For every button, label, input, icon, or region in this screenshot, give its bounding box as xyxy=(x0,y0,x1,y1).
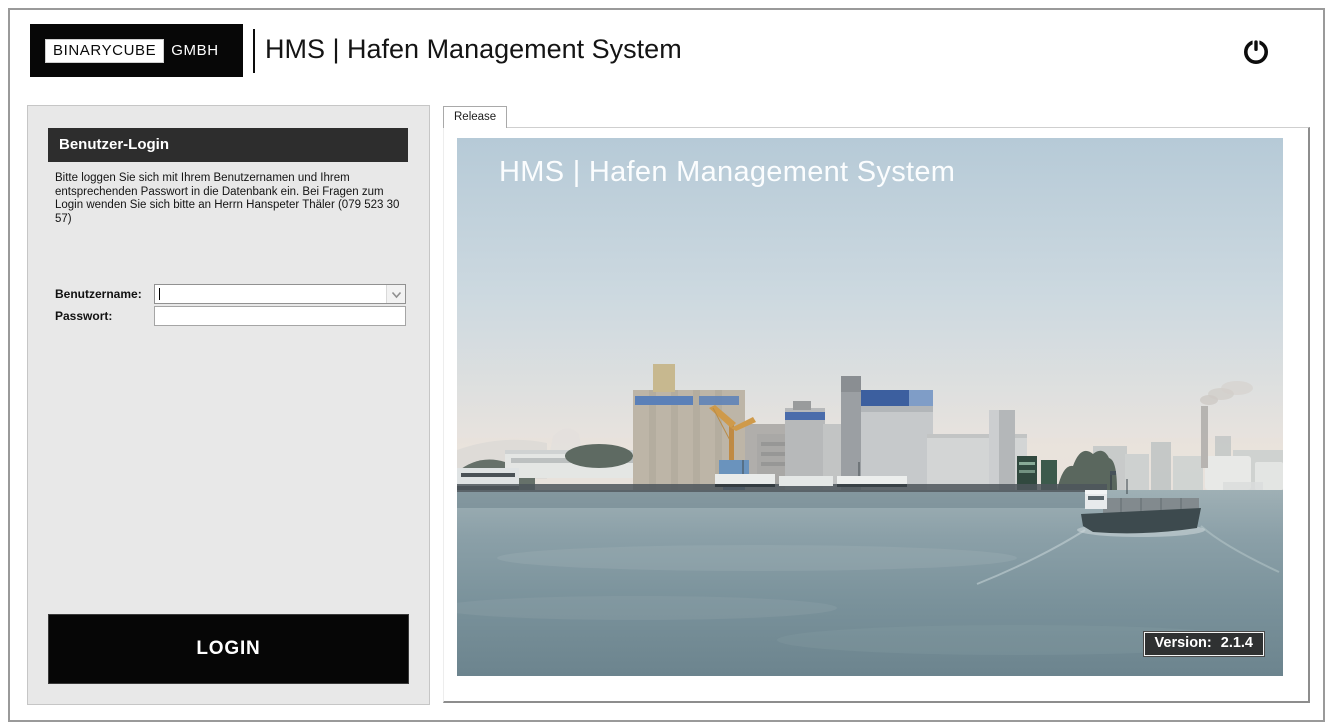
page-title: HMS | Hafen Management System xyxy=(265,34,682,65)
version-badge: Version: 2.1.4 xyxy=(1144,632,1264,656)
version-label: Version: xyxy=(1155,635,1212,651)
username-dropdown-button[interactable] xyxy=(386,285,405,303)
login-panel: Benutzer-Login Bitte loggen Sie sich mit… xyxy=(27,105,430,705)
logo-primary-text: BINARYCUBE xyxy=(45,39,164,63)
harbor-photo xyxy=(457,138,1283,676)
login-button[interactable]: LOGIN xyxy=(48,614,409,684)
username-label: Benutzername: xyxy=(55,287,142,301)
hero-image: HMS | Hafen Management System Version: 2… xyxy=(457,138,1283,676)
login-panel-title: Benutzer-Login xyxy=(48,128,408,162)
password-label: Passwort: xyxy=(55,309,112,323)
version-value: 2.1.4 xyxy=(1221,635,1253,651)
hero-overlay-title: HMS | Hafen Management System xyxy=(499,156,955,189)
login-instructions: Bitte loggen Sie sich mit Ihrem Benutzer… xyxy=(55,172,409,226)
logo-secondary-text: GMBH xyxy=(171,42,218,59)
logout-power-button[interactable] xyxy=(1241,37,1271,67)
username-input[interactable] xyxy=(155,285,386,303)
chevron-down-icon xyxy=(391,287,402,302)
company-logo: BINARYCUBE GMBH xyxy=(30,24,243,77)
app-frame: BINARYCUBE GMBH HMS | Hafen Management S… xyxy=(8,8,1325,722)
header-divider xyxy=(253,29,255,73)
release-tab-content: HMS | Hafen Management System Version: 2… xyxy=(443,127,1310,703)
username-combobox[interactable] xyxy=(154,284,406,304)
tab-release[interactable]: Release xyxy=(443,106,507,128)
password-input[interactable] xyxy=(154,306,406,326)
power-icon xyxy=(1241,55,1271,70)
